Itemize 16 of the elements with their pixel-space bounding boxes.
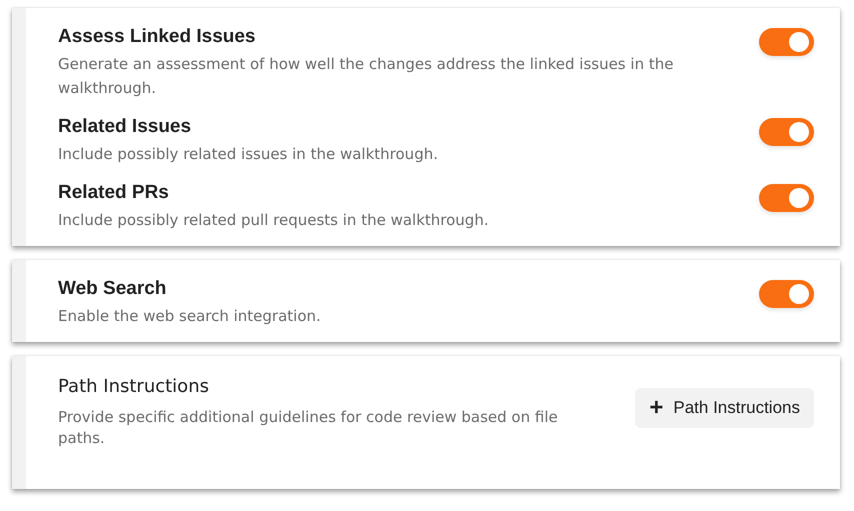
setting-title: Related PRs: [58, 182, 170, 204]
setting-description: Enable the web search integration.: [58, 306, 322, 327]
setting-description: Include possibly related pull requests in the walkthrough.: [58, 210, 490, 231]
setting-title: Path Instructions: [58, 376, 210, 397]
plus-icon: +: [649, 398, 664, 418]
add-path-instructions-button[interactable]: + Path Instructions: [635, 388, 814, 428]
setting-description: Include possibly related issues in the walkthrough.: [58, 144, 439, 165]
setting-title: Assess Linked Issues: [58, 26, 256, 48]
toggle-switch[interactable]: [759, 280, 814, 308]
setting-title: Web Search: [58, 278, 168, 300]
setting-title: Related Issues: [58, 116, 192, 138]
setting-description: Provide specific additional guidelines for code review based on file paths.: [58, 407, 559, 449]
toggle-switch[interactable]: [759, 184, 814, 212]
setting-description: Generate an assessment of how well the changes address the linked issues in the walkthrough.: [58, 54, 674, 99]
toggle-switch[interactable]: [759, 28, 814, 56]
toggle-switch[interactable]: [759, 118, 814, 146]
